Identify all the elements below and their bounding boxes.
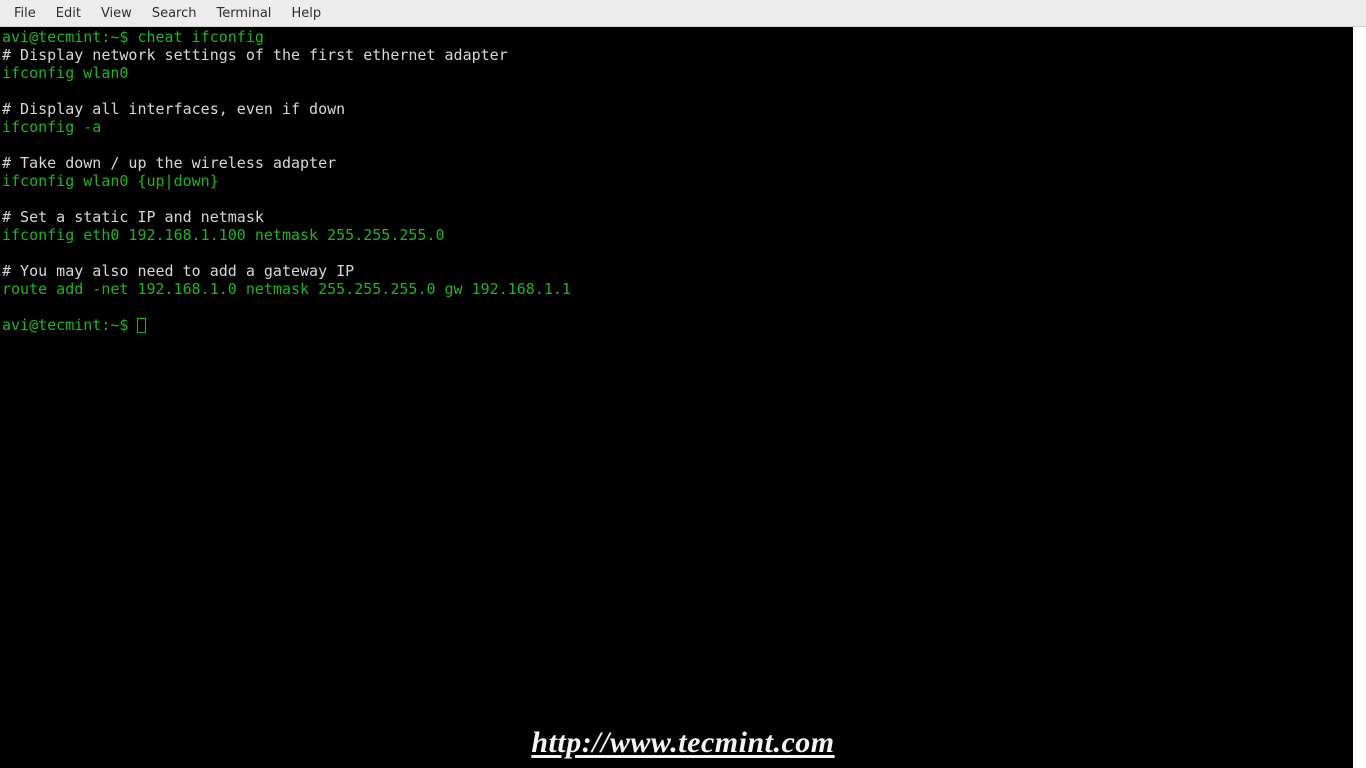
terminal-viewport[interactable]: avi@tecmint:~$ cheat ifconfig# Display n… xyxy=(0,27,1353,768)
cursor-icon xyxy=(137,318,146,333)
terminal-line: ifconfig eth0 192.168.1.100 netmask 255.… xyxy=(2,226,1351,244)
command-text: ifconfig wlan0 xyxy=(2,64,128,82)
menu-label: Terminal xyxy=(216,6,271,21)
terminal-line: # Display all interfaces, even if down xyxy=(2,100,1351,118)
terminal-line xyxy=(2,136,1351,154)
terminal-line: # You may also need to add a gateway IP xyxy=(2,262,1351,280)
menu-edit[interactable]: Edit xyxy=(46,2,91,25)
command-text xyxy=(2,136,11,154)
menu-label: Edit xyxy=(56,6,81,21)
menu-label: View xyxy=(101,6,132,21)
terminal-line: # Display network settings of the first … xyxy=(2,46,1351,64)
command-text: route add -net 192.168.1.0 netmask 255.2… xyxy=(2,280,571,298)
command-text xyxy=(2,190,11,208)
terminal-line: avi@tecmint:~$ cheat ifconfig xyxy=(2,28,1351,46)
terminal-line xyxy=(2,244,1351,262)
shell-prompt: avi@tecmint:~$ xyxy=(2,316,137,334)
command-text: ifconfig -a xyxy=(2,118,101,136)
menu-view[interactable]: View xyxy=(91,2,142,25)
comment-text: # Set a static IP and netmask xyxy=(2,208,264,226)
comment-text: # You may also need to add a gateway IP xyxy=(2,262,354,280)
terminal-line xyxy=(2,190,1351,208)
comment-text: # Display network settings of the first … xyxy=(2,46,508,64)
menu-file[interactable]: File xyxy=(4,2,46,25)
menu-label: File xyxy=(14,6,36,21)
command-text xyxy=(2,298,11,316)
command-text: ifconfig wlan0 {up|down} xyxy=(2,172,219,190)
right-gutter xyxy=(1353,27,1366,768)
terminal-line xyxy=(2,82,1351,100)
command-text xyxy=(2,82,11,100)
command-text: ifconfig eth0 192.168.1.100 netmask 255.… xyxy=(2,226,445,244)
menu-label: Help xyxy=(291,6,321,21)
comment-text: # Take down / up the wireless adapter xyxy=(2,154,336,172)
command-text xyxy=(2,244,11,262)
terminal-line: ifconfig -a xyxy=(2,118,1351,136)
menu-help[interactable]: Help xyxy=(281,2,331,25)
watermark-url: http://www.tecmint.com xyxy=(531,726,834,760)
terminal-line: ifconfig wlan0 {up|down} xyxy=(2,172,1351,190)
terminal-line: # Take down / up the wireless adapter xyxy=(2,154,1351,172)
terminal-line: route add -net 192.168.1.0 netmask 255.2… xyxy=(2,280,1351,298)
command-text: cheat ifconfig xyxy=(137,28,263,46)
menu-terminal[interactable]: Terminal xyxy=(206,2,281,25)
terminal-line: avi@tecmint:~$ xyxy=(2,316,1351,334)
terminal-line: ifconfig wlan0 xyxy=(2,64,1351,82)
terminal-line: # Set a static IP and netmask xyxy=(2,208,1351,226)
menubar: File Edit View Search Terminal Help xyxy=(0,0,1366,27)
menu-label: Search xyxy=(152,6,197,21)
terminal-line xyxy=(2,298,1351,316)
menu-search[interactable]: Search xyxy=(142,2,207,25)
comment-text: # Display all interfaces, even if down xyxy=(2,100,345,118)
shell-prompt: avi@tecmint:~$ xyxy=(2,28,137,46)
